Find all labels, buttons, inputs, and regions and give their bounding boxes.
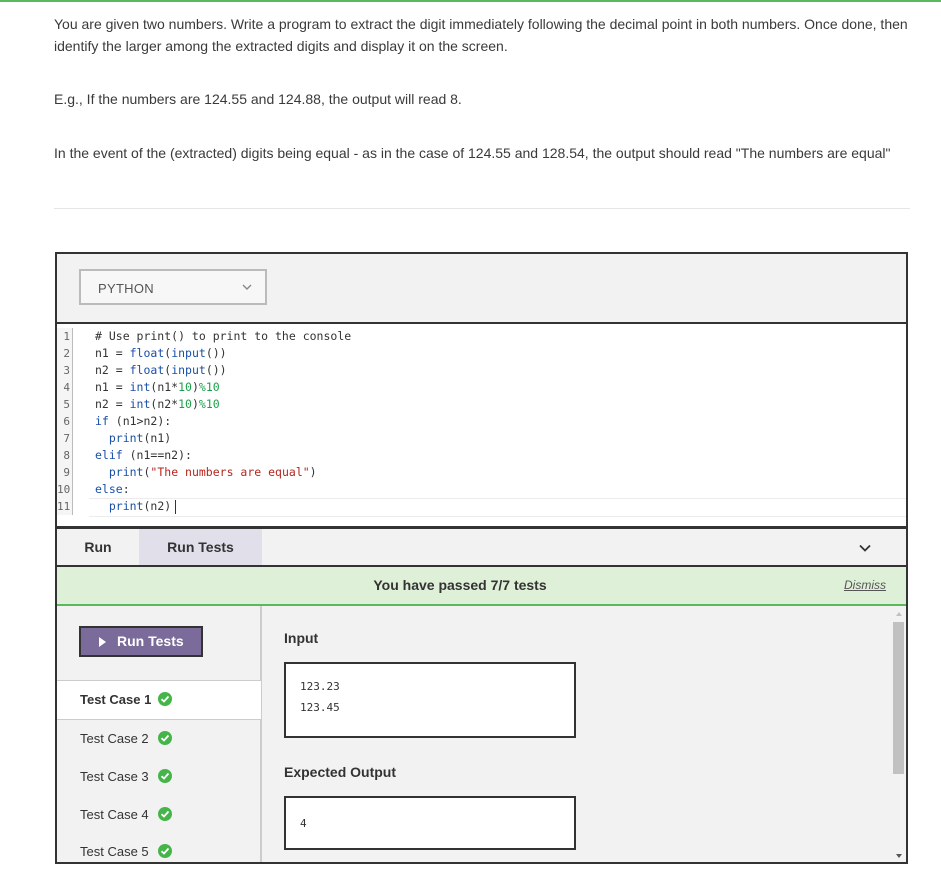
chevron-down-icon[interactable]	[858, 541, 872, 555]
output-tabs: Run Run Tests	[57, 529, 906, 567]
test-case-item-5[interactable]: Test Case 5	[57, 833, 260, 871]
code-line: else:	[95, 481, 351, 498]
scroll-down-arrow-icon[interactable]	[896, 854, 902, 858]
test-status-banner: You have passed 7/7 tests Dismiss	[57, 567, 906, 606]
test-case-label: Test Case 2	[80, 731, 149, 746]
text-cursor	[175, 500, 176, 514]
test-status-text: You have passed 7/7 tests	[57, 567, 863, 604]
test-case-item-2[interactable]: Test Case 2	[57, 720, 260, 758]
expected-output-box: 4	[284, 796, 576, 850]
test-case-label: Test Case 3	[80, 769, 149, 784]
problem-description: You are given two numbers. Write a progr…	[54, 13, 914, 57]
code-line: print(n1)	[95, 430, 351, 447]
tab-run-tests[interactable]: Run Tests	[139, 529, 262, 565]
line-number: 7	[57, 430, 73, 447]
test-case-label: Test Case 4	[80, 807, 149, 822]
code-line: n2 = int(n2*10)%10	[95, 396, 351, 413]
input-label: Input	[284, 630, 318, 646]
line-number: 4	[57, 379, 73, 396]
scrollbar-thumb[interactable]	[893, 622, 904, 774]
code-line: n1 = int(n1*10)%10	[95, 379, 351, 396]
check-circle-icon	[158, 692, 172, 706]
play-icon	[99, 637, 106, 647]
expected-output-line: 4	[286, 813, 574, 834]
code-line: n2 = float(input())	[95, 362, 351, 379]
line-number: 6	[57, 413, 73, 430]
test-case-label: Test Case 5	[80, 844, 149, 859]
run-tests-button[interactable]: Run Tests	[79, 626, 203, 657]
problem-example: E.g., If the numbers are 124.55 and 124.…	[54, 88, 914, 110]
expected-output-label: Expected Output	[284, 764, 396, 780]
line-number: 2	[57, 345, 73, 362]
check-circle-icon	[158, 844, 172, 858]
test-case-label: Test Case 1	[80, 692, 151, 707]
top-accent-bar	[0, 0, 941, 2]
line-number: 10	[57, 481, 73, 498]
input-line: 123.45	[286, 697, 574, 718]
code-line-text: print(n2)	[95, 499, 171, 513]
line-number: 3	[57, 362, 73, 379]
language-select-value: PYTHON	[98, 281, 154, 296]
line-number: 5	[57, 396, 73, 413]
code-lines: # Use print() to print to the console n1…	[95, 328, 351, 515]
code-ide: PYTHON 1 2 3 4 5 6 7 8 9 10 11 # Use pri…	[55, 252, 908, 864]
section-divider	[54, 208, 910, 209]
test-case-detail-panel: Input 123.23 123.45 Expected Output 4	[262, 606, 906, 862]
input-line: 123.23	[286, 676, 574, 697]
line-number: 9	[57, 464, 73, 481]
language-bar: PYTHON	[57, 254, 906, 324]
scroll-up-arrow-icon[interactable]	[896, 612, 902, 616]
line-number-gutter: 1 2 3 4 5 6 7 8 9 10 11	[57, 328, 73, 515]
tab-run[interactable]: Run	[57, 529, 139, 565]
line-number: 8	[57, 447, 73, 464]
code-line: # Use print() to print to the console	[95, 328, 351, 345]
dismiss-link[interactable]: Dismiss	[844, 567, 886, 604]
check-circle-icon	[158, 807, 172, 821]
check-circle-icon	[158, 731, 172, 745]
code-editor[interactable]: 1 2 3 4 5 6 7 8 9 10 11 # Use print() to…	[57, 324, 906, 529]
test-case-item-1[interactable]: Test Case 1	[57, 680, 261, 720]
test-case-item-4[interactable]: Test Case 4	[57, 796, 260, 834]
line-number: 1	[57, 328, 73, 345]
check-circle-icon	[158, 769, 172, 783]
test-case-item-3[interactable]: Test Case 3	[57, 758, 260, 796]
code-line: if (n1>n2):	[95, 413, 351, 430]
code-line-last: print(n2)	[95, 498, 351, 515]
language-select[interactable]: PYTHON	[79, 269, 267, 305]
line-number: 11	[57, 498, 73, 515]
run-tests-button-label: Run Tests	[117, 628, 184, 655]
code-line: n1 = float(input())	[95, 345, 351, 362]
problem-equal-case: In the event of the (extracted) digits b…	[54, 142, 914, 164]
test-case-list-panel: Run Tests Test Case 1 Test Case 2 Test C…	[57, 606, 262, 862]
input-box: 123.23 123.45	[284, 662, 576, 738]
scrollbar[interactable]	[893, 610, 904, 858]
code-line: print("The numbers are equal")	[95, 464, 351, 481]
code-line: elif (n1==n2):	[95, 447, 351, 464]
chevron-down-icon	[241, 281, 253, 293]
